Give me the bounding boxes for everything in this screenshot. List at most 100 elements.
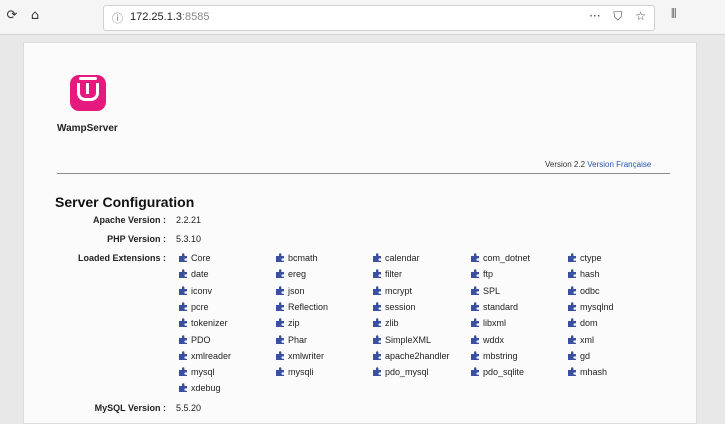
extension-puzzle-icon (568, 285, 576, 295)
extension-puzzle-icon (179, 383, 187, 393)
section-title: Server Configuration (55, 194, 195, 210)
extension-puzzle-icon (471, 334, 479, 344)
apache-version-label: Apache Version : (92, 215, 166, 225)
logo-text: WampServer (57, 123, 118, 134)
extension-name: SimpleXML (385, 334, 432, 345)
extension-name: xml (580, 334, 594, 345)
extension-item: mysql (178, 367, 278, 381)
extension-puzzle-icon (471, 269, 479, 279)
extension-name: filter (385, 269, 403, 280)
extension-item: com_dotnet (470, 253, 570, 267)
extension-name: libxml (483, 318, 507, 329)
extension-item: date (178, 269, 278, 283)
extension-item: mysqli (275, 367, 375, 381)
extension-item: dom (567, 318, 667, 332)
apache-version-value: 2.2.21 (176, 215, 202, 225)
extension-name: com_dotnet (483, 253, 531, 263)
extension-name: Phar (288, 334, 308, 345)
extension-puzzle-icon (276, 253, 284, 262)
extension-puzzle-icon (179, 351, 187, 360)
extension-name: xmlwriter (288, 350, 324, 361)
extension-puzzle-icon (373, 367, 381, 377)
extension-item: zip (275, 318, 375, 332)
extension-puzzle-icon (276, 318, 284, 328)
extension-name: pdo_sqlite (483, 367, 525, 378)
bookmark-star-icon[interactable]: ☆ (635, 9, 646, 23)
extension-name: bcmath (288, 253, 318, 263)
site-info-icon[interactable]: ⓘ (112, 10, 123, 26)
extension-name: dom (580, 318, 598, 329)
extension-name: Core (191, 253, 211, 263)
extension-item: ftp (470, 269, 570, 283)
extension-puzzle-icon (373, 269, 381, 279)
extension-name: tokenizer (191, 318, 228, 329)
extension-name: pcre (191, 301, 209, 312)
extension-name: apache2handler (385, 350, 450, 361)
extension-puzzle-icon (179, 367, 187, 377)
extension-item: filter (372, 269, 472, 283)
extension-item: xdebug (178, 383, 278, 397)
url-actions: ··· ⛉ ☆ (580, 9, 646, 24)
extension-name: zip (288, 318, 300, 329)
extension-name: mcrypt (385, 285, 412, 296)
extension-name: PDO (191, 334, 211, 345)
extension-item: ereg (275, 269, 375, 283)
extension-name: SPL (483, 285, 501, 296)
toolbar-right: ⫴ (665, 7, 676, 22)
extension-item: libxml (470, 318, 570, 332)
extension-name: standard (483, 301, 519, 312)
extension-puzzle-icon (179, 285, 187, 295)
extension-name: mysql (191, 367, 215, 378)
extension-item: bcmath (275, 253, 375, 267)
extension-name: Reflection (288, 301, 329, 312)
extension-item: pdo_mysql (372, 367, 472, 381)
extension-puzzle-icon (471, 367, 479, 377)
extension-item: pcre (178, 302, 278, 316)
version-text: Version 2.2 (545, 160, 586, 169)
extension-item: xml (567, 335, 667, 349)
reload-icon[interactable]: ⟳ (4, 8, 20, 24)
wamp-page: WampServer Version 2.2 Version Française… (23, 42, 697, 424)
extension-item: mbstring (470, 351, 570, 365)
extension-puzzle-icon (276, 334, 284, 344)
extension-name: gd (580, 350, 591, 361)
divider (57, 173, 670, 174)
extension-name: json (288, 285, 305, 296)
extension-name: mysqli (288, 367, 314, 378)
extension-puzzle-icon (471, 318, 479, 328)
extension-name: iconv (191, 285, 213, 296)
extension-item: session (372, 302, 472, 316)
extension-item: odbc (567, 286, 667, 300)
extension-item: Core (178, 253, 278, 267)
version-line: Version 2.2 Version Française (545, 160, 651, 169)
extension-puzzle-icon (568, 334, 576, 344)
extension-item: wddx (470, 335, 570, 349)
extension-name: zlib (385, 318, 399, 329)
extension-item: zlib (372, 318, 472, 332)
extension-name: session (385, 301, 416, 312)
extension-name: ereg (288, 269, 307, 280)
extension-puzzle-icon (373, 253, 381, 262)
extension-puzzle-icon (373, 334, 381, 344)
extension-item: Phar (275, 335, 375, 349)
extension-item: hash (567, 269, 667, 283)
extension-puzzle-icon (568, 302, 576, 311)
extension-name: date (191, 269, 209, 280)
loaded-extensions-label: Loaded Extensions : (77, 253, 166, 263)
home-icon[interactable]: ⌂ (27, 8, 43, 24)
extension-puzzle-icon (276, 351, 284, 360)
extension-name: hash (580, 269, 600, 280)
extension-item: mcrypt (372, 286, 472, 300)
extension-puzzle-icon (276, 269, 284, 279)
address-bar[interactable]: ⓘ 172.25.1.3:8585 ··· ⛉ ☆ (103, 5, 655, 31)
extension-puzzle-icon (568, 351, 576, 360)
extension-name: mysqlnd (580, 301, 614, 312)
version-francaise-link[interactable]: Version Française (587, 160, 651, 169)
library-icon[interactable]: ⫴ (671, 7, 676, 22)
mysql-version-label: MySQL Version : (94, 403, 166, 413)
pocket-icon[interactable]: ⛉ (613, 9, 622, 23)
more-actions-icon[interactable]: ··· (589, 9, 600, 23)
extension-item: SimpleXML (372, 335, 472, 349)
php-version-value: 5.3.10 (176, 234, 202, 244)
extension-puzzle-icon (471, 351, 479, 360)
